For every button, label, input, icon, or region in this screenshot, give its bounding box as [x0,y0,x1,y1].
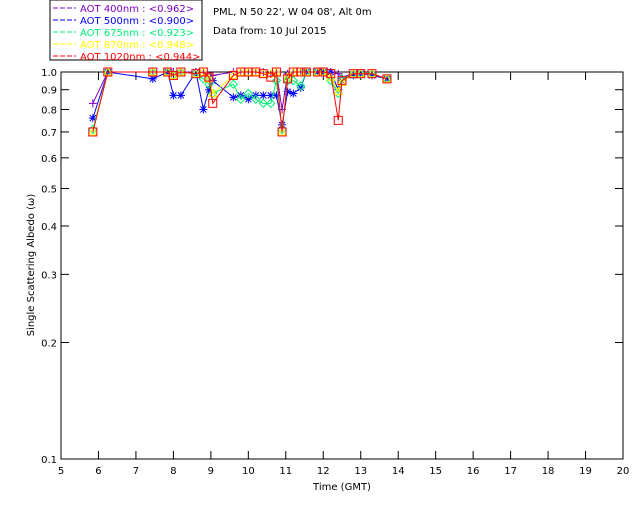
x-tick-label: 10 [242,466,255,477]
x-tick-label: 6 [95,466,101,477]
x-tick-label: 12 [317,466,330,477]
x-tick-label: 16 [467,466,480,477]
series-line [92,71,388,110]
x-tick-label: 13 [354,466,367,477]
x-tick-label: 7 [133,466,139,477]
x-tick-label: 11 [279,466,292,477]
plot-frame [60,71,624,460]
y-tick-label: 0.7 [41,128,57,139]
x-tick-label: 18 [542,466,555,477]
data-point [176,91,185,100]
legend-entry: AOT 675nm : <0.923> [80,28,194,39]
x-tick-label: 14 [392,466,405,477]
y-axis-label: Single Scattering Albedo (ω) [26,194,37,337]
x-tick-label: 5 [58,466,64,477]
x-tick-label: 20 [617,466,630,477]
legend-entry: AOT 870nm : <0.948> [80,40,194,51]
x-axis-label: Time (GMT) [312,482,371,493]
site-label: PML, N 50 22', W 04 08', Alt 0m [213,7,372,18]
x-tick-label: 17 [504,466,517,477]
chart-svg: AOT 400nm : <0.962>AOT 500nm : <0.900>AO… [26,0,630,493]
x-tick-label: 19 [579,466,592,477]
legend-entry: AOT 400nm : <0.962> [80,4,194,15]
data-point [289,89,298,98]
data-point [283,87,292,96]
data-point [229,93,238,102]
y-tick-label: 0.9 [41,86,57,97]
y-tick-label: 1.0 [41,68,57,79]
date-label: Data from: 10 Jul 2015 [213,26,326,37]
y-tick-label: 0.8 [41,106,57,117]
y-tick-label: 0.1 [41,455,57,466]
data-point [259,91,268,100]
y-tick-label: 0.5 [41,184,57,195]
legend-entry: AOT 1020nm : <0.944> [80,52,200,63]
y-tick-label: 0.4 [41,222,57,233]
y-tick-label: 0.3 [41,270,57,281]
data-point [88,99,97,108]
y-tick-label: 0.6 [41,154,57,165]
y-tick-label: 0.2 [41,339,57,350]
data-point [169,91,178,100]
legend: AOT 400nm : <0.962>AOT 500nm : <0.900>AO… [49,0,203,63]
x-tick-label: 9 [208,466,214,477]
data-point [199,105,208,114]
legend-entry: AOT 500nm : <0.900> [80,16,194,27]
x-tick-label: 15 [429,466,442,477]
x-tick-label: 8 [170,466,176,477]
chart-figure: AOT 400nm : <0.962> AOT 500nm : <0.900> AO… [0,0,640,512]
